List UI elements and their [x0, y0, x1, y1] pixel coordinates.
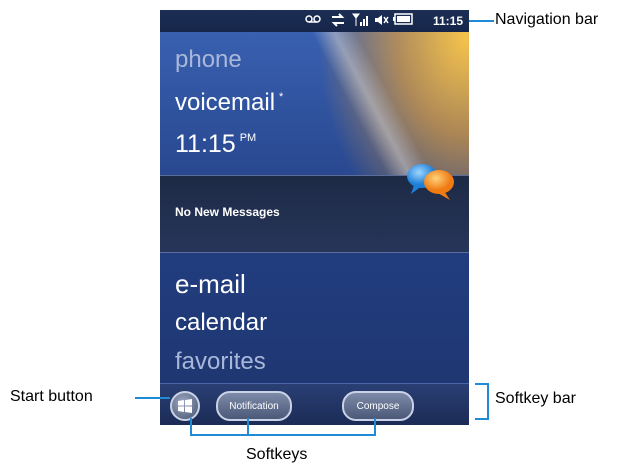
- softkeys-bracket-base: [190, 434, 376, 436]
- voicemail-icon: [305, 13, 321, 28]
- navigation-bar-callout: Navigation bar: [495, 11, 599, 28]
- calendar-tile[interactable]: calendar: [175, 309, 267, 337]
- clock-ampm: PM: [239, 132, 257, 144]
- email-tile[interactable]: e-mail: [175, 269, 246, 300]
- signal-icon: [352, 13, 370, 30]
- start-button-callout: Start button: [10, 388, 93, 405]
- softkey-bar-bracket-vertical: [487, 383, 489, 420]
- softkey-bar: [160, 383, 469, 425]
- clock-time: 11:15: [175, 130, 236, 158]
- compose-softkey[interactable]: Compose: [342, 391, 414, 421]
- speaker-muted-icon: [374, 13, 390, 30]
- status-time: 11:15: [432, 14, 463, 28]
- navigation-bar[interactable]: 11:15: [160, 10, 469, 32]
- start-button[interactable]: [170, 391, 200, 421]
- voicemail-marker: *: [279, 91, 284, 103]
- phone-tile[interactable]: phone: [175, 46, 242, 74]
- chat-bubbles-icon: [407, 164, 454, 200]
- softkey-bar-bracket-bottom: [475, 418, 489, 420]
- clock-tile: 11:15 PM: [175, 130, 256, 159]
- data-sync-icon: [330, 13, 346, 30]
- softkeys-callout: Softkeys: [246, 446, 308, 463]
- start-button-callout-line: [135, 397, 170, 399]
- notification-softkey[interactable]: Notification: [216, 391, 292, 421]
- messages-status: No New Messages: [175, 205, 280, 219]
- navigation-bar-callout-line: [469, 20, 494, 22]
- voicemail-tile[interactable]: voicemail *: [175, 89, 283, 117]
- battery-icon: [393, 13, 413, 28]
- windows-logo-icon: [178, 399, 192, 413]
- favorites-tile[interactable]: favorites: [175, 348, 266, 376]
- voicemail-label: voicemail: [175, 89, 276, 116]
- softkey-bar-callout: Softkey bar: [495, 390, 576, 407]
- phone-screen: 11:15 phone voicemail * 11:15 PM No New Me…: [160, 10, 469, 425]
